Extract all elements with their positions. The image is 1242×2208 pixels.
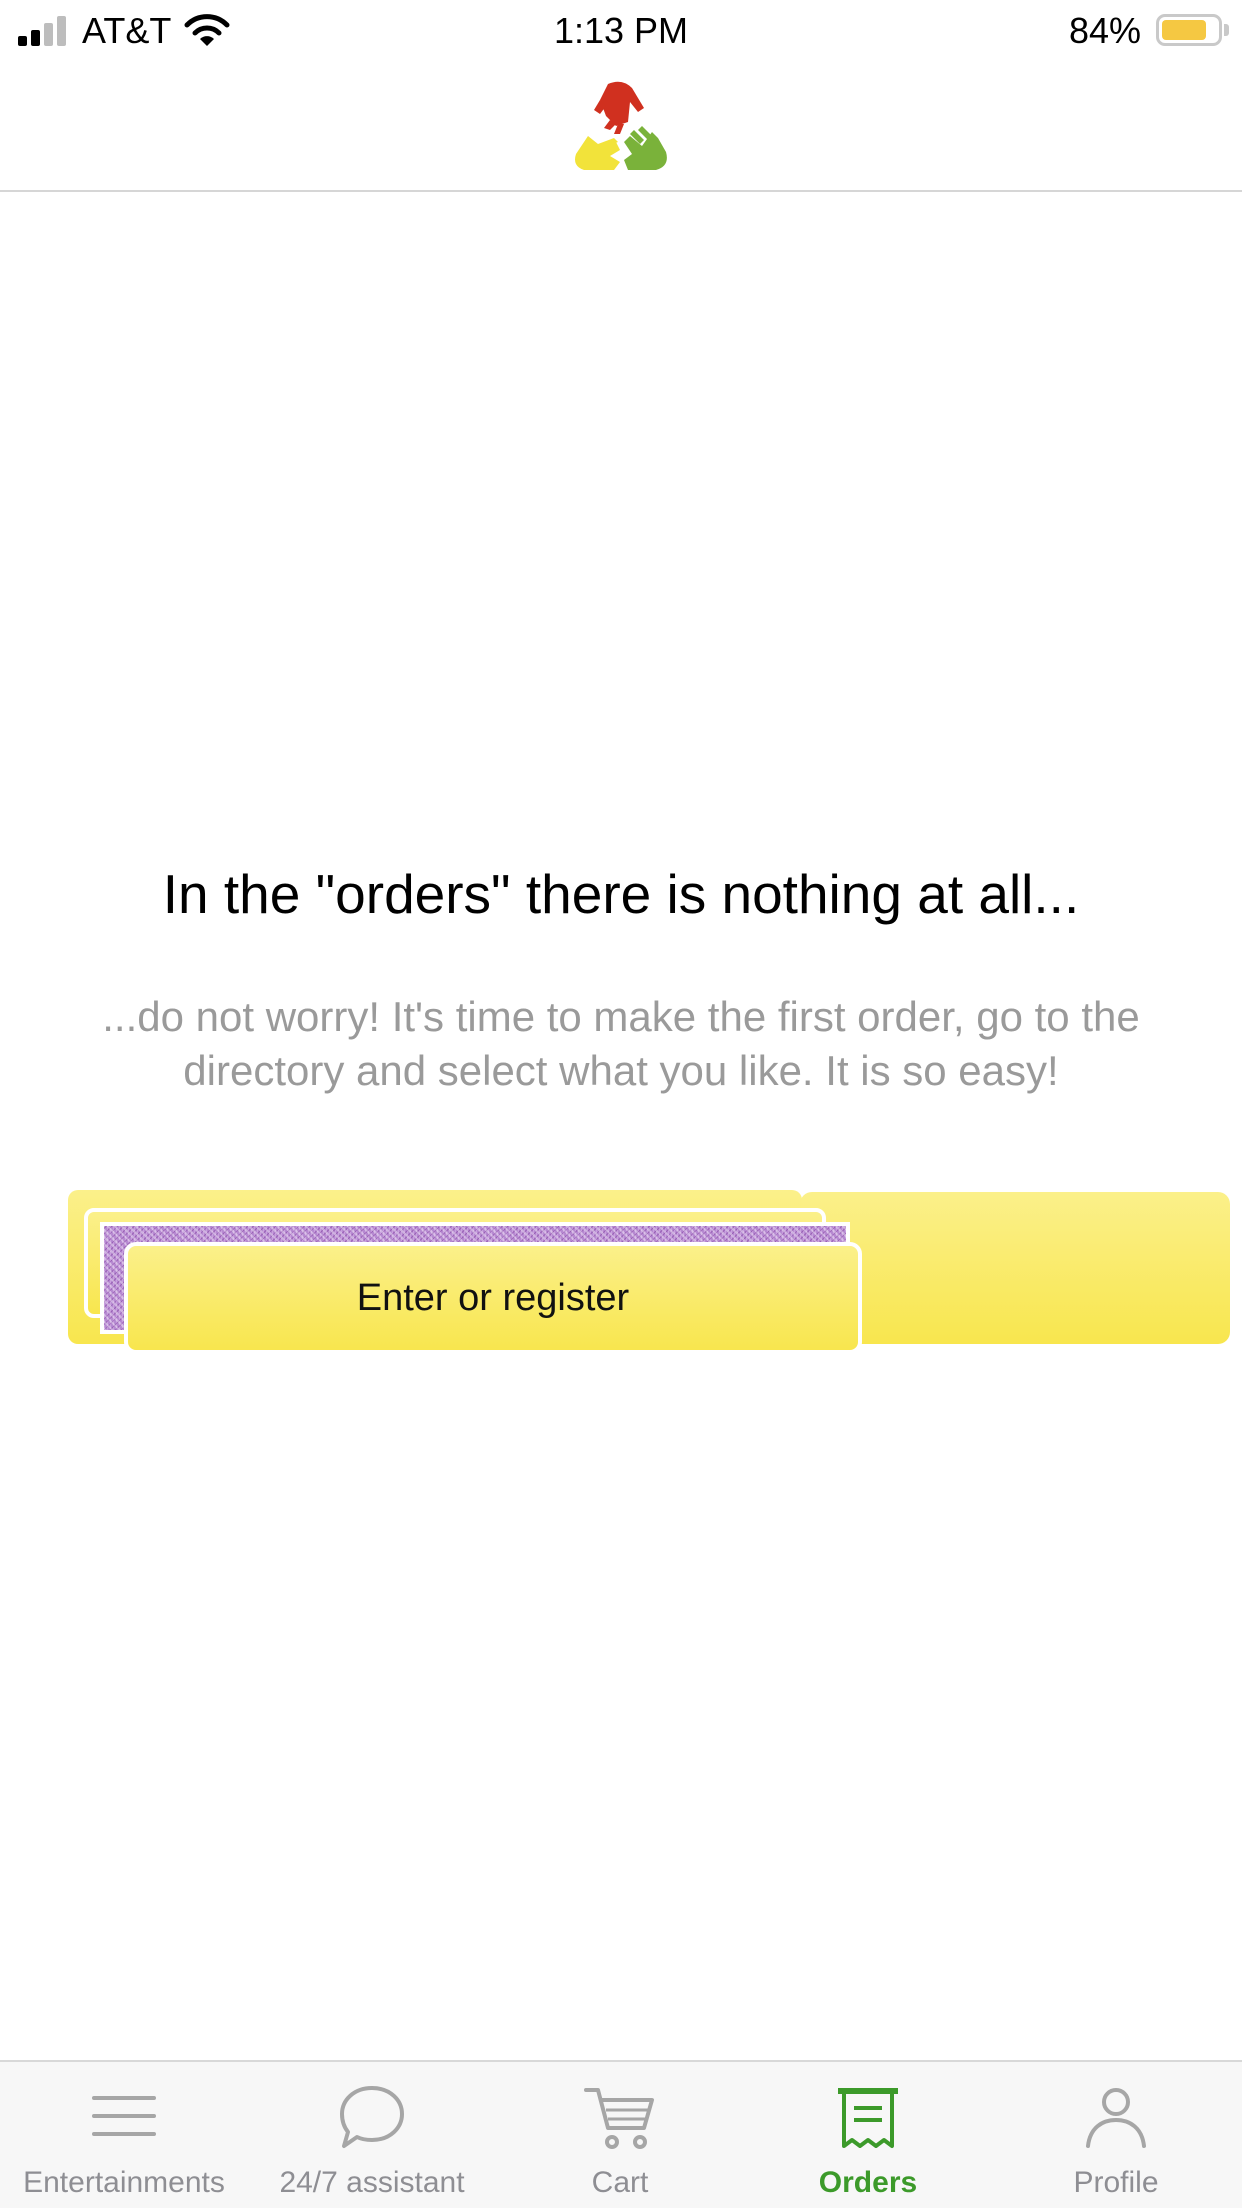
tab-label: 24/7 assistant	[279, 2166, 465, 2199]
enter-or-register-button[interactable]: Enter or register	[124, 1242, 862, 1354]
tab-assistant[interactable]: 24/7 assistant	[248, 2062, 496, 2208]
orders-screen: AT&T 1:13 PM 84% In the "orders" there i…	[0, 0, 1242, 2208]
chat-bubble-icon	[340, 2086, 404, 2148]
cart-icon	[584, 2088, 654, 2149]
tab-entertainments[interactable]: Entertainments	[0, 2062, 248, 2208]
tab-bar: Entertainments 24/7 assistant Cart Order…	[0, 2060, 1242, 2208]
status-bar: AT&T 1:13 PM 84%	[0, 0, 1242, 62]
yellow-hand-icon	[575, 136, 620, 170]
tab-label: Entertainments	[23, 2166, 225, 2199]
tab-label: Orders	[818, 2166, 918, 2199]
status-time: 1:13 PM	[553, 10, 689, 51]
empty-orders-subtitle: ...do not worry! It's time to make the f…	[102, 993, 1140, 1094]
tab-cart[interactable]: Cart	[496, 2062, 744, 2208]
tab-label: Profile	[1073, 2166, 1159, 2199]
green-hand-icon	[624, 126, 667, 170]
nav-header	[0, 62, 1242, 192]
tab-orders[interactable]: Orders	[744, 2062, 992, 2208]
menu-lines-icon	[92, 2096, 156, 2136]
battery-level	[1162, 20, 1207, 40]
red-hand-icon	[594, 81, 644, 134]
battery-cap	[1224, 24, 1229, 36]
receipt-icon	[838, 2088, 898, 2148]
empty-orders-title: In the "orders" there is nothing at all.…	[162, 863, 1080, 925]
enter-register-button-group: Enter or register	[60, 1180, 1230, 1360]
battery-percent: 84%	[1069, 10, 1142, 51]
tab-profile[interactable]: Profile	[992, 2062, 1242, 2208]
person-icon	[1086, 2088, 1146, 2148]
tab-label: Cart	[591, 2166, 649, 2199]
button-ghost-layer	[800, 1192, 1230, 1344]
hands-triangle-logo	[575, 81, 667, 170]
battery-icon	[1156, 14, 1222, 46]
